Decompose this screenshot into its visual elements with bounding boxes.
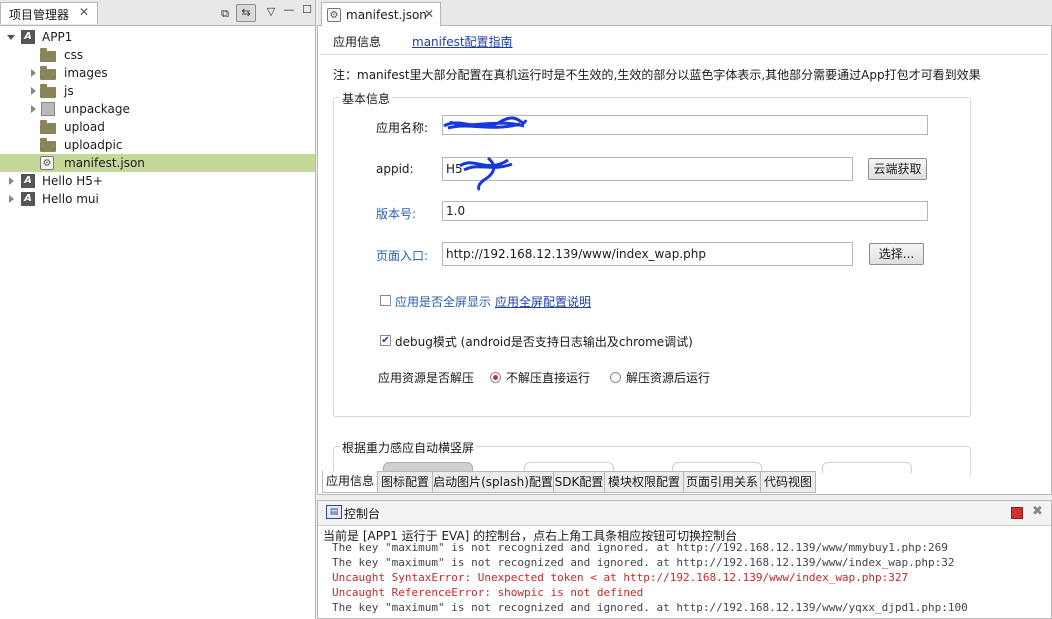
redaction-scribble — [459, 156, 513, 192]
editor-tab-2[interactable]: 启动图片(splash)配置 — [432, 471, 554, 493]
collapsed-arrow-icon[interactable] — [31, 69, 36, 77]
tree-item-app1[interactable]: A APP1 — [0, 28, 315, 46]
project-icon: A — [21, 192, 35, 206]
console-icon: ▤ — [326, 505, 342, 519]
console-line: The key "maximum" is not recognized and … — [332, 556, 955, 569]
console-tabbar — [318, 501, 1051, 526]
debug-label[interactable]: debug模式 (android是否支持日志输出及chrome调试) — [395, 333, 693, 350]
cloud-fetch-button[interactable]: 云端获取 — [868, 158, 927, 180]
app-info-header: 应用信息 — [333, 35, 382, 49]
gravity-group-title: 根据重力感应自动横竖屏 — [340, 439, 477, 456]
editor-tab-label: manifest.json — [346, 8, 427, 22]
package-icon — [41, 102, 55, 116]
fullscreen-guide-link[interactable]: 应用全屏配置说明 — [495, 293, 591, 310]
orientation-option[interactable] — [822, 462, 912, 473]
basic-info-title: 基本信息 — [340, 90, 393, 107]
json-file-icon: ⚙ — [40, 156, 54, 170]
collapsed-arrow-icon[interactable] — [31, 87, 36, 95]
entry-label: 页面入口: — [376, 249, 429, 263]
minimize-icon[interactable]: — — [280, 2, 298, 18]
tree-item-upload[interactable]: upload — [0, 118, 315, 136]
tree-item-manifest-json[interactable]: ⚙ manifest.json — [0, 154, 315, 172]
unzip-option-no-radio[interactable] — [490, 372, 501, 383]
editor-tab-0[interactable]: 应用信息 — [322, 471, 378, 493]
project-explorer-tab-label: 项目管理器 — [9, 8, 70, 22]
app-name-label: 应用名称: — [376, 121, 429, 135]
editor-tab-3[interactable]: SDK配置 — [553, 471, 605, 493]
unzip-option-yes-label[interactable]: 解压资源后运行 — [626, 369, 710, 386]
tree-item-uploadpic[interactable]: uploadpic — [0, 136, 315, 154]
tree-item-css[interactable]: css — [0, 46, 315, 64]
version-label: 版本号: — [376, 207, 417, 221]
tree-item-unpackage[interactable]: unpackage — [0, 100, 315, 118]
tree-item-label: upload — [64, 120, 105, 134]
debug-checkbox[interactable]: ✔ — [380, 335, 391, 346]
expanded-arrow-icon[interactable] — [7, 35, 15, 40]
header-divider — [321, 54, 1048, 55]
editor-tab-6[interactable]: 代码视图 — [760, 471, 816, 493]
redaction-scribble — [443, 116, 528, 130]
console-line: The key "maximum" is not recognized and … — [332, 541, 948, 554]
version-field[interactable]: 1.0 — [442, 201, 928, 221]
editor-tab-1[interactable]: 图标配置 — [377, 471, 433, 493]
close-icon[interactable]: ✕ — [79, 5, 89, 19]
unzip-option-yes-radio[interactable] — [610, 372, 621, 383]
tree-item-label: Hello H5+ — [42, 174, 103, 188]
tree-item-label: Hello mui — [42, 192, 99, 206]
tree-item-label: APP1 — [42, 30, 73, 44]
editor-tab-5[interactable]: 页面引用关系 — [683, 471, 761, 493]
console-line: The key "maximum" is not recognized and … — [332, 601, 968, 614]
folder-icon — [40, 138, 56, 152]
tree-item-label: css — [64, 48, 84, 62]
tree-item-hello-mui[interactable]: A Hello mui — [0, 190, 315, 208]
project-icon: A — [21, 174, 35, 188]
close-icon[interactable]: ✕ — [424, 7, 434, 21]
tree-item-label: manifest.json — [64, 156, 145, 170]
tree-item-js[interactable]: js — [0, 82, 315, 100]
tree-item-label: unpackage — [64, 102, 130, 116]
config-guide-link[interactable]: manifest配置指南 — [412, 33, 513, 50]
unzip-option-no-label[interactable]: 不解压直接运行 — [506, 369, 590, 386]
tree-item-images[interactable]: images — [0, 64, 315, 82]
tree-item-label: uploadpic — [64, 138, 123, 152]
choose-button[interactable]: 选择... — [869, 243, 924, 265]
json-file-icon: ⚙ — [327, 8, 341, 22]
terminate-icon[interactable] — [1011, 507, 1023, 519]
maximize-icon[interactable]: ☐ — [298, 2, 316, 18]
console-tab-label[interactable]: 控制台 — [344, 505, 380, 522]
console-line: Uncaught ReferenceError: showpic is not … — [332, 586, 644, 599]
collapsed-arrow-icon[interactable] — [31, 105, 36, 113]
remove-launch-icon[interactable]: ✖ — [1032, 504, 1043, 519]
editor-tab-4[interactable]: 模块权限配置 — [604, 471, 684, 493]
fullscreen-label[interactable]: 应用是否全屏显示 — [395, 293, 491, 310]
unzip-label: 应用资源是否解压 — [378, 371, 475, 385]
collapsed-arrow-icon[interactable] — [9, 177, 14, 185]
collapse-all-icon[interactable]: ⧉ — [216, 6, 234, 22]
entry-field[interactable]: http://192.168.12.139/www/index_wap.php — [442, 242, 853, 266]
appid-label: appid: — [376, 162, 414, 176]
tree-item-label: images — [64, 66, 108, 80]
manifest-editor-tab[interactable]: ⚙ manifest.json ✕ — [321, 2, 441, 26]
project-icon: A — [21, 30, 35, 44]
manifest-notice: 注：manifest里大部分配置在真机运行时是不生效的,生效的部分以蓝色字体表示… — [333, 68, 981, 82]
link-editor-icon[interactable]: ⇆ — [236, 4, 256, 22]
folder-icon — [40, 120, 56, 134]
collapsed-arrow-icon[interactable] — [9, 195, 14, 203]
folder-icon — [40, 84, 56, 98]
fullscreen-checkbox[interactable] — [380, 295, 391, 306]
folder-icon — [40, 66, 56, 80]
folder-icon — [40, 48, 56, 62]
tree-item-hello-h5-[interactable]: A Hello H5+ — [0, 172, 315, 190]
console-line: Uncaught SyntaxError: Unexpected token <… — [332, 571, 909, 584]
tree-item-label: js — [64, 84, 74, 98]
project-explorer-tab[interactable]: 项目管理器 ✕ — [0, 2, 98, 24]
view-menu-icon[interactable]: ▽ — [262, 4, 280, 20]
